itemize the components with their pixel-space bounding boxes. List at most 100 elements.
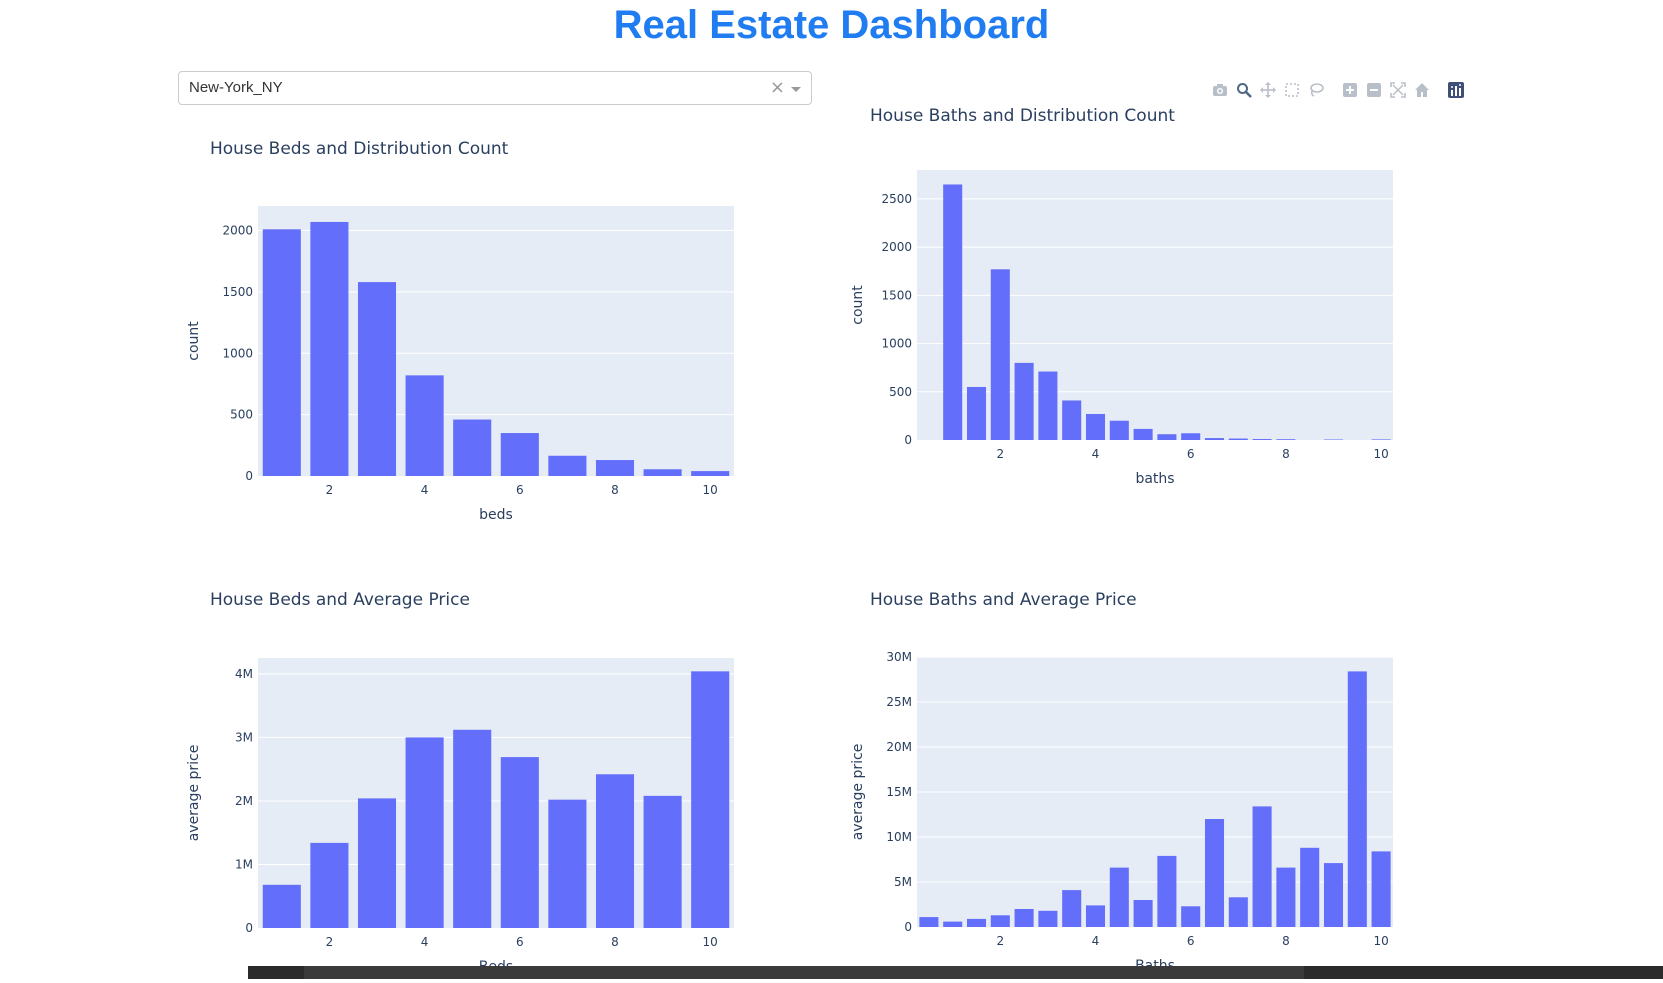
x-tick-label: 10 <box>703 935 718 949</box>
y-tick-label: 1000 <box>222 346 253 360</box>
y-tick-label: 0 <box>904 433 912 447</box>
bar[interactable] <box>1253 806 1272 927</box>
clear-icon[interactable]: × <box>770 77 785 98</box>
bar[interactable] <box>919 917 938 927</box>
bar[interactable] <box>1276 439 1295 440</box>
bar[interactable] <box>1181 433 1200 440</box>
plotly-logo-icon[interactable] <box>1444 80 1468 100</box>
bar[interactable] <box>596 460 634 476</box>
y-tick-label: 2500 <box>881 192 912 206</box>
x-tick-label: 2 <box>996 934 1004 948</box>
baths-price-chart: House Baths and Average Price05M10M15M20… <box>837 580 1407 979</box>
x-tick-label: 2 <box>326 935 334 949</box>
bar[interactable] <box>310 843 348 928</box>
bar[interactable] <box>1086 414 1105 440</box>
bar[interactable] <box>263 885 301 928</box>
bar[interactable] <box>1110 421 1129 440</box>
bar[interactable] <box>967 919 986 927</box>
dropdown-selected-value: New-York_NY <box>189 79 283 96</box>
bar[interactable] <box>1015 909 1034 927</box>
bar[interactable] <box>1157 856 1176 927</box>
y-tick-label: 15M <box>886 785 912 799</box>
bar[interactable] <box>943 922 962 927</box>
bar[interactable] <box>1372 851 1391 927</box>
x-tick-label: 10 <box>703 483 718 497</box>
bar[interactable] <box>1062 890 1081 927</box>
bar[interactable] <box>1205 819 1224 927</box>
y-tick-label: 10M <box>886 830 912 844</box>
bar[interactable] <box>501 757 539 928</box>
y-tick-label: 1500 <box>222 285 253 299</box>
x-tick-label: 6 <box>516 483 524 497</box>
bar[interactable] <box>358 798 396 928</box>
y-axis-label: count <box>850 285 866 325</box>
x-tick-label: 8 <box>611 935 619 949</box>
bar[interactable] <box>644 469 682 476</box>
bar[interactable] <box>453 730 491 928</box>
x-tick-label: 4 <box>421 483 429 497</box>
x-tick-label: 8 <box>1282 934 1290 948</box>
bar[interactable] <box>406 737 444 928</box>
x-tick-label: 6 <box>1187 447 1195 461</box>
page-title: Real Estate Dashboard <box>0 0 1663 50</box>
x-tick-label: 8 <box>611 483 619 497</box>
bar[interactable] <box>991 269 1010 440</box>
bar[interactable] <box>310 222 348 476</box>
y-tick-label: 2000 <box>222 224 253 238</box>
bar[interactable] <box>501 433 539 476</box>
bar[interactable] <box>548 800 586 928</box>
chart-title: House Baths and Average Price <box>870 590 1137 610</box>
bar[interactable] <box>358 282 396 476</box>
bar[interactable] <box>453 420 491 476</box>
bar[interactable] <box>1015 363 1034 440</box>
bar[interactable] <box>263 229 301 476</box>
bar[interactable] <box>1205 438 1224 440</box>
bar[interactable] <box>1300 848 1319 927</box>
x-tick-label: 2 <box>996 447 1004 461</box>
x-tick-label: 8 <box>1282 447 1290 461</box>
y-axis-label: count <box>186 321 202 361</box>
y-tick-label: 500 <box>889 385 912 399</box>
y-tick-label: 500 <box>230 408 253 422</box>
bar[interactable] <box>406 375 444 476</box>
bar[interactable] <box>1324 863 1343 927</box>
chevron-down-icon[interactable] <box>791 87 801 92</box>
bar[interactable] <box>1134 429 1153 440</box>
city-dropdown[interactable]: New-York_NY × <box>178 71 812 105</box>
bar[interactable] <box>1229 897 1248 927</box>
bar[interactable] <box>1276 868 1295 927</box>
beds-count-chart: House Beds and Distribution Count0500100… <box>178 130 748 530</box>
bar[interactable] <box>1134 900 1153 927</box>
bar[interactable] <box>596 774 634 928</box>
bar[interactable] <box>943 184 962 440</box>
y-tick-label: 25M <box>886 695 912 709</box>
chart-title: House Beds and Distribution Count <box>210 139 509 159</box>
bar[interactable] <box>1253 439 1272 440</box>
bar[interactable] <box>991 915 1010 927</box>
bar[interactable] <box>1110 868 1129 927</box>
bar[interactable] <box>1086 905 1105 927</box>
reset-axes-icon[interactable] <box>1410 80 1434 100</box>
x-tick-label: 4 <box>421 935 429 949</box>
bar[interactable] <box>1157 434 1176 440</box>
y-tick-label: 2M <box>235 794 253 808</box>
bottom-scrollbar[interactable] <box>248 966 1663 979</box>
bar[interactable] <box>691 671 729 928</box>
x-tick-label: 4 <box>1092 447 1100 461</box>
bar[interactable] <box>691 471 729 476</box>
x-tick-label: 6 <box>516 935 524 949</box>
bar[interactable] <box>1372 439 1391 440</box>
y-tick-label: 5M <box>894 875 912 889</box>
x-axis-label: baths <box>1135 471 1174 487</box>
bar[interactable] <box>644 796 682 928</box>
bar[interactable] <box>1038 372 1057 440</box>
bar[interactable] <box>1181 906 1200 927</box>
bar[interactable] <box>1348 671 1367 927</box>
bar[interactable] <box>1229 439 1248 440</box>
bar[interactable] <box>1038 911 1057 927</box>
bar[interactable] <box>548 456 586 476</box>
plot-area <box>917 170 1393 440</box>
bar[interactable] <box>1062 400 1081 440</box>
bar[interactable] <box>967 387 986 440</box>
y-tick-label: 20M <box>886 740 912 754</box>
